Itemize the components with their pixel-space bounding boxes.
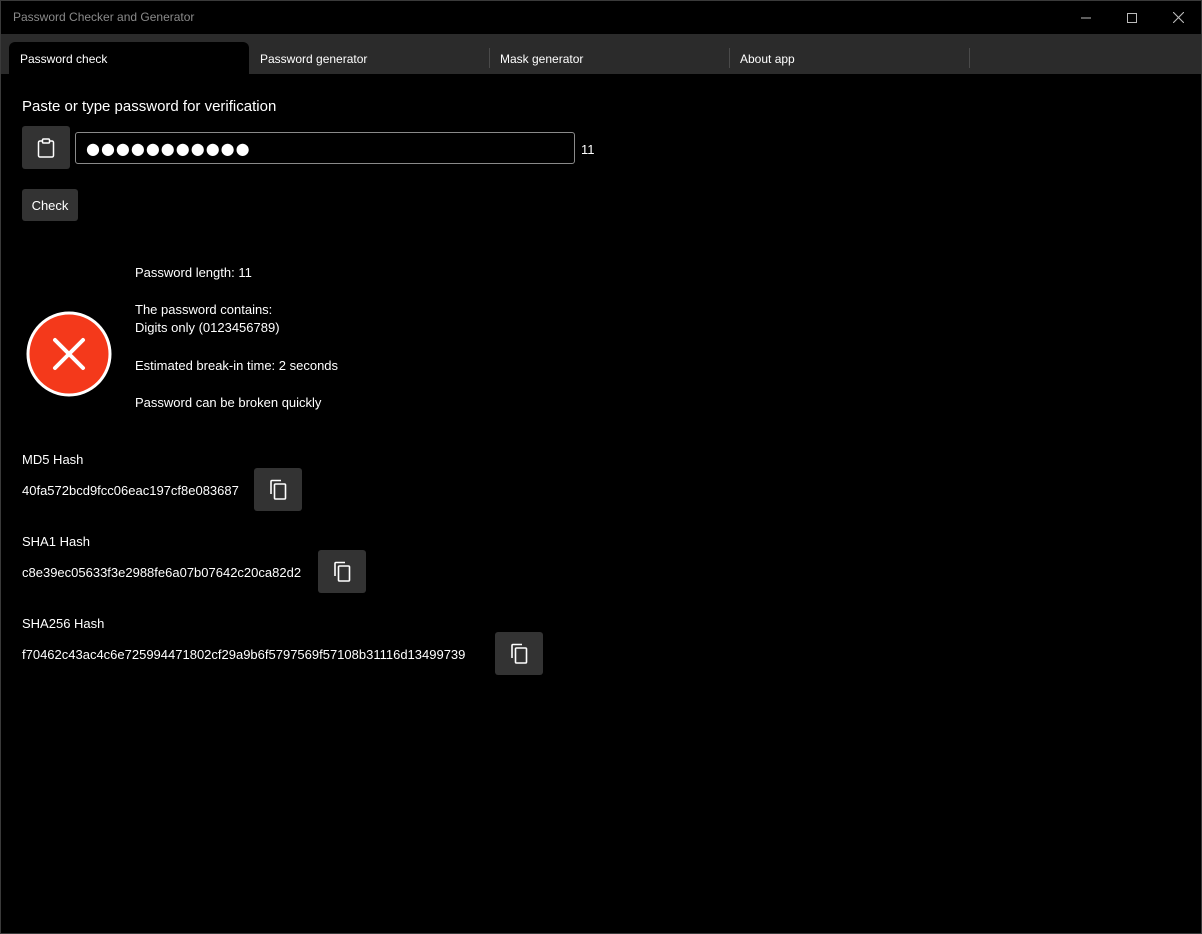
tab-mask-generator[interactable]: Mask generator: [489, 42, 729, 74]
contains-value: Digits only (0123456789): [135, 320, 280, 335]
window-title: Password Checker and Generator: [13, 10, 195, 24]
error-circle-icon: [26, 311, 112, 397]
sha1-hash-value: c8e39ec05633f3e2988fe6a07b07642c20ca82d2: [22, 565, 302, 580]
tab-password-generator[interactable]: Password generator: [249, 42, 489, 74]
check-button[interactable]: Check: [22, 189, 78, 221]
password-check-panel: Paste or type password for verification …: [1, 74, 1201, 933]
tab-bar: Password check Password generator Mask g…: [1, 34, 1201, 74]
paste-button[interactable]: [22, 126, 70, 169]
password-input[interactable]: ●●●●●●●●●●●: [75, 132, 575, 164]
tab-password-check[interactable]: Password check: [9, 42, 249, 74]
copy-md5-button[interactable]: [254, 468, 302, 511]
title-bar: Password Checker and Generator: [1, 1, 1201, 34]
minimize-button[interactable]: [1063, 1, 1109, 34]
copy-sha1-button[interactable]: [318, 550, 366, 593]
app-window: Password Checker and Generator Password …: [0, 0, 1202, 934]
close-button[interactable]: [1155, 1, 1201, 34]
password-char-count: 11: [581, 142, 595, 157]
md5-hash-value: 40fa572bcd9fcc06eac197cf8e083687: [22, 483, 239, 498]
password-length: Password length: 11: [135, 265, 252, 280]
copy-sha256-button[interactable]: [495, 632, 543, 675]
strength-verdict: Password can be broken quickly: [135, 395, 322, 410]
tab-separator: [969, 48, 970, 68]
md5-hash-label: MD5 Hash: [22, 452, 84, 467]
password-prompt: Paste or type password for verification: [22, 98, 277, 115]
sha256-hash-label: SHA256 Hash: [22, 616, 105, 631]
sha1-hash-label: SHA1 Hash: [22, 534, 90, 549]
break-in-time: Estimated break-in time: 2 seconds: [135, 358, 339, 373]
contains-title: The password contains:: [135, 302, 273, 317]
maximize-button[interactable]: [1109, 1, 1155, 34]
copy-icon: [270, 479, 287, 500]
maximize-icon: [1127, 12, 1137, 23]
tab-about-app[interactable]: About app: [729, 42, 969, 74]
copy-icon: [334, 561, 351, 582]
clipboard-icon: [37, 137, 55, 158]
copy-icon: [511, 643, 528, 664]
sha256-hash-value: f70462c43ac4c6e725994471802cf29a9b6f5797…: [22, 647, 466, 662]
minimize-icon: [1081, 17, 1091, 18]
close-icon: [1172, 12, 1184, 23]
